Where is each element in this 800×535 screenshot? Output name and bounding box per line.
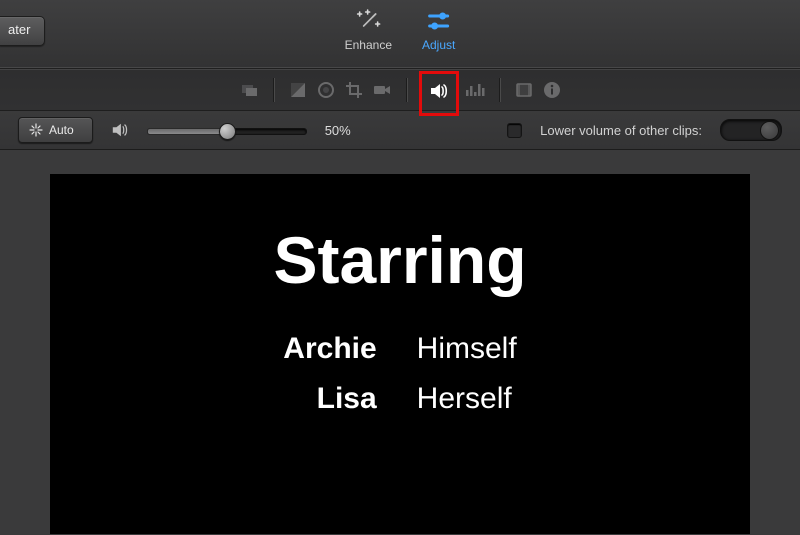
credit-role: Himself — [417, 332, 517, 366]
volume-icon — [111, 121, 129, 139]
separator — [273, 78, 274, 102]
preview-canvas[interactable]: Starring Archie Himself Lisa Herself — [50, 174, 750, 534]
volume-adjust-bar: Auto 50% Lower volume of other clips: — [0, 111, 800, 150]
selected-highlight — [419, 71, 459, 116]
top-center-group: Enhance Adjust — [345, 8, 456, 52]
adjust-label: Adjust — [422, 38, 455, 52]
enhance-label: Enhance — [345, 38, 392, 52]
contrast-icon[interactable] — [284, 76, 312, 104]
film-icon[interactable] — [510, 76, 538, 104]
adjustment-toolstrip — [0, 69, 800, 111]
adjust-button[interactable]: Adjust — [422, 8, 455, 52]
credits-grid: Archie Himself Lisa Herself — [283, 332, 516, 416]
color-wheel-icon[interactable] — [312, 76, 340, 104]
video-overlay-icon[interactable] — [235, 76, 263, 104]
credit-name: Lisa — [283, 382, 376, 416]
info-icon[interactable] — [538, 76, 566, 104]
lower-volume-toggle[interactable] — [720, 119, 782, 141]
auto-button[interactable]: Auto — [18, 117, 93, 143]
sliders-icon — [426, 8, 452, 34]
camera-icon[interactable] — [368, 76, 396, 104]
theater-button-label: ater — [8, 22, 30, 37]
volume-slider[interactable] — [147, 122, 307, 138]
preview-area: Starring Archie Himself Lisa Herself — [0, 150, 800, 534]
sparkle-icon — [29, 123, 43, 137]
separator — [406, 78, 407, 102]
equalizer-icon[interactable] — [461, 76, 489, 104]
lower-volume-checkbox[interactable] — [507, 123, 522, 138]
volume-icon[interactable] — [425, 77, 453, 105]
enhance-button[interactable]: Enhance — [345, 8, 392, 52]
volume-percent: 50% — [325, 123, 351, 138]
auto-button-label: Auto — [49, 123, 74, 137]
top-toolbar: ater Enhance — [0, 0, 800, 69]
crop-icon[interactable] — [340, 76, 368, 104]
lower-volume-label: Lower volume of other clips: — [540, 123, 702, 138]
separator — [499, 78, 500, 102]
theater-button[interactable]: ater — [0, 16, 45, 46]
credit-name: Archie — [283, 332, 376, 366]
wand-icon — [355, 8, 381, 34]
credit-role: Herself — [417, 382, 517, 416]
title-text: Starring — [273, 222, 526, 298]
